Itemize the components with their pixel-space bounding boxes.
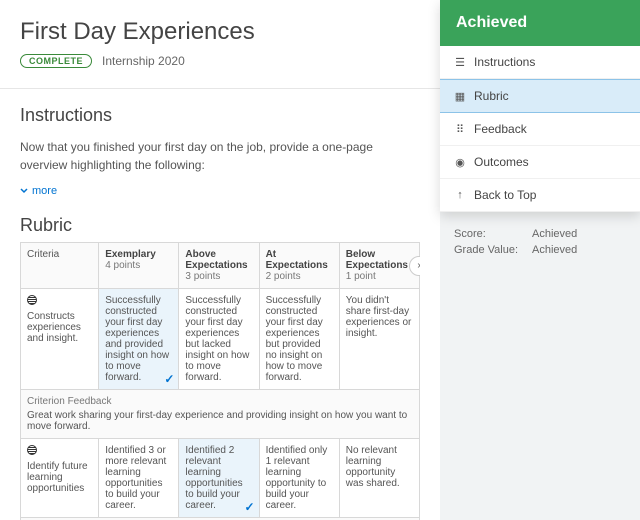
nav-outcomes[interactable]: ◉ Outcomes [440, 146, 640, 179]
instructions-heading: Instructions [20, 105, 420, 126]
rubric-cell[interactable]: Successfully constructed your first day … [259, 289, 339, 390]
rubric-heading: Rubric [20, 215, 420, 236]
table-row: Constructs experiences and insight. Succ… [21, 289, 420, 390]
level-header: At Expectations 2 points [259, 243, 339, 289]
more-link[interactable]: more [20, 185, 57, 197]
top-icon: ↑ [454, 189, 466, 201]
nav-rubric[interactable]: ▦ Rubric [440, 79, 640, 113]
breadcrumb[interactable]: Internship 2020 [102, 54, 185, 68]
rubric-cell[interactable]: Identified only 1 relevant learning oppo… [259, 439, 339, 518]
rubric-cell[interactable]: No relevant learning opportunity was sha… [339, 439, 419, 518]
score-label: Score: [454, 228, 518, 240]
criterion-icon [27, 445, 37, 455]
grade-label: Grade Value: [454, 244, 518, 256]
check-icon: ✓ [245, 500, 255, 514]
side-panel: Achieved ☰ Instructions ▦ Rubric ⠿ Feedb… [440, 0, 640, 212]
level-header: Below Expectations 1 point › [339, 243, 419, 289]
nav-feedback[interactable]: ⠿ Feedback [440, 113, 640, 146]
score-block: Score: Achieved Grade Value: Achieved [440, 224, 640, 264]
score-value: Achieved [532, 228, 577, 240]
instructions-icon: ☰ [454, 56, 466, 69]
rubric-cell-selected[interactable]: Identified 2 relevant learning opportuni… [179, 439, 259, 518]
rubric-icon: ▦ [454, 90, 466, 103]
criterion-label: Constructs experiences and insight. [27, 311, 81, 344]
level-header: Above Expectations 3 points [179, 243, 259, 289]
status-badge: COMPLETE [20, 54, 92, 68]
rubric-cell-selected[interactable]: Successfully constructed your first day … [99, 289, 179, 390]
feedback-row: Criterion Feedback Great work sharing yo… [21, 390, 420, 439]
nav-instructions[interactable]: ☰ Instructions [440, 46, 640, 79]
criteria-header: Criteria [21, 243, 99, 289]
achieved-banner: Achieved [440, 0, 640, 46]
nav-back-to-top[interactable]: ↑ Back to Top [440, 179, 640, 212]
chevron-down-icon [20, 187, 28, 195]
rubric-cell[interactable]: Successfully constructed your first day … [179, 289, 259, 390]
feedback-icon: ⠿ [454, 123, 466, 136]
rubric-table: Criteria Exemplary 4 points Above Expect… [20, 242, 420, 520]
outcomes-icon: ◉ [454, 156, 466, 169]
rubric-cell[interactable]: Identified 3 or more relevant learning o… [99, 439, 179, 518]
criterion-label: Identify future learning opportunities [27, 461, 88, 494]
page-title: First Day Experiences [20, 18, 420, 46]
criterion-icon [27, 295, 37, 305]
grade-value: Achieved [532, 244, 577, 256]
level-header: Exemplary 4 points [99, 243, 179, 289]
table-row: Identify future learning opportunities I… [21, 439, 420, 518]
check-icon: ✓ [164, 372, 174, 386]
instructions-body: Now that you finished your first day on … [20, 138, 420, 174]
rubric-cell[interactable]: You didn't share first-day experiences o… [339, 289, 419, 390]
